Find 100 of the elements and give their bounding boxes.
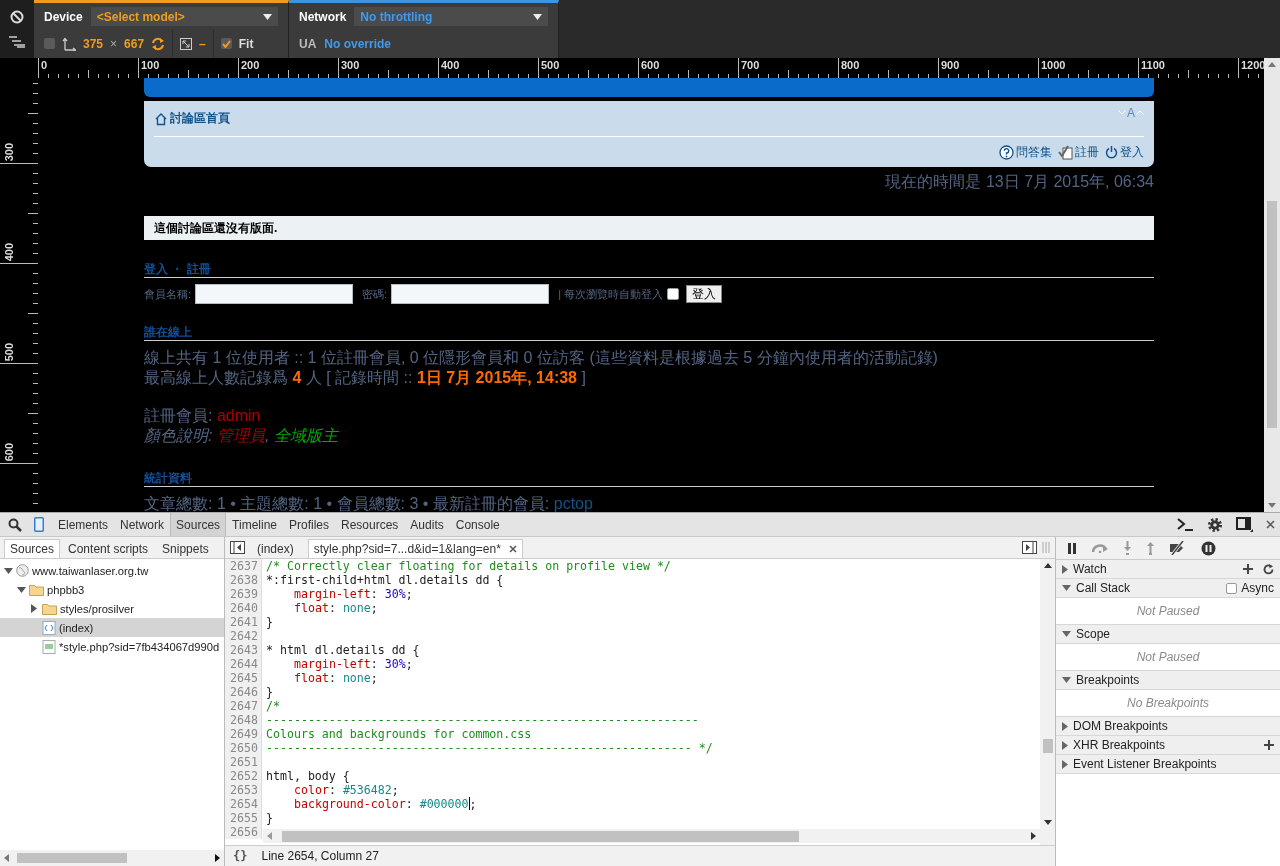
breadcrumb-link[interactable]: 討論區首頁 bbox=[154, 110, 230, 127]
settings-icon[interactable] bbox=[1207, 516, 1223, 533]
code-line: float: none; bbox=[293, 671, 378, 685]
section-title[interactable]: Event Listener Breakpoints bbox=[1073, 757, 1217, 771]
deactivate-breakpoints-icon[interactable] bbox=[1169, 541, 1187, 555]
line-number: 2651 bbox=[225, 755, 262, 769]
code-line: margin-left: 30%; bbox=[293, 657, 413, 671]
font-size-label: A bbox=[1127, 105, 1135, 120]
ruler-label: 900 bbox=[941, 59, 960, 71]
sidebar-toggle-icon[interactable] bbox=[230, 541, 245, 554]
code-line: background-color: #000000; bbox=[293, 797, 477, 811]
scrollbar-thumb[interactable] bbox=[1042, 739, 1053, 753]
ruler-label: 800 bbox=[841, 59, 860, 71]
console-icon[interactable] bbox=[1177, 518, 1194, 531]
height-value[interactable]: 667 bbox=[124, 36, 145, 51]
ruler-label: 200 bbox=[241, 59, 260, 71]
tree-item[interactable]: (index) bbox=[0, 618, 224, 637]
ruler-label: 400 bbox=[3, 242, 15, 261]
refresh-icon[interactable] bbox=[1263, 563, 1274, 575]
section-title[interactable]: Watch bbox=[1073, 562, 1107, 576]
register-link[interactable]: 註冊 bbox=[1058, 143, 1099, 161]
pause-icon[interactable] bbox=[1067, 542, 1077, 554]
close-icon[interactable] bbox=[1266, 520, 1275, 529]
times-sign: × bbox=[110, 36, 118, 51]
scrollbar-thumb[interactable] bbox=[1267, 201, 1277, 428]
section-title[interactable]: Breakpoints bbox=[1076, 673, 1140, 687]
panel-tab[interactable]: Profiles bbox=[283, 513, 335, 536]
line-number: 2637 bbox=[225, 559, 262, 573]
login-button[interactable]: 登入 bbox=[686, 285, 723, 303]
format-button[interactable]: {} bbox=[233, 849, 248, 863]
section-heading: 統計資料 bbox=[144, 471, 1154, 487]
drag-handle-icon bbox=[1042, 541, 1050, 554]
checkbox[interactable] bbox=[220, 38, 232, 49]
checkbox[interactable] bbox=[44, 38, 55, 49]
panel-tab[interactable]: Console bbox=[449, 513, 506, 536]
line-number: 2640 bbox=[225, 601, 262, 615]
line-number: 2643 bbox=[225, 643, 262, 657]
line-number: 2653 bbox=[225, 783, 262, 797]
code-line: color: #536482; bbox=[293, 783, 399, 797]
pause-exceptions-icon[interactable] bbox=[1201, 540, 1216, 556]
panel-tab[interactable]: Network bbox=[114, 513, 171, 536]
line-number: 2652 bbox=[225, 769, 262, 783]
screen-fit-icon[interactable] bbox=[180, 37, 193, 50]
device-select[interactable]: <Select model> bbox=[90, 7, 278, 26]
navigator-tab[interactable]: Content scripts bbox=[62, 539, 155, 558]
stylesheet-icon bbox=[42, 639, 56, 654]
section-title[interactable]: XHR Breakpoints bbox=[1073, 738, 1166, 752]
device-icon[interactable] bbox=[34, 517, 44, 532]
scrollbar-thumb[interactable] bbox=[282, 830, 799, 842]
code-line: /* bbox=[265, 699, 280, 713]
async-checkbox[interactable] bbox=[1226, 582, 1238, 594]
ua-value[interactable]: No override bbox=[324, 36, 392, 51]
line-number: 2656 bbox=[225, 825, 262, 839]
panel-tab[interactable]: Timeline bbox=[226, 513, 283, 536]
panel-tab[interactable]: Resources bbox=[335, 513, 405, 536]
arrow-right-icon bbox=[1031, 832, 1036, 840]
section-title[interactable]: Call Stack bbox=[1076, 581, 1131, 595]
tree-item[interactable]: www.taiwanlaser.org.tw bbox=[0, 561, 224, 580]
swap-icon[interactable] bbox=[151, 36, 166, 51]
section-title[interactable]: DOM Breakpoints bbox=[1073, 719, 1168, 733]
search-icon[interactable] bbox=[8, 517, 22, 532]
panel-tab[interactable]: Elements bbox=[52, 513, 115, 536]
password-field[interactable] bbox=[391, 284, 550, 304]
fit-label: Fit bbox=[238, 36, 254, 51]
width-value[interactable]: 375 bbox=[83, 36, 104, 51]
line-number: 2649 bbox=[225, 727, 262, 741]
block-icon[interactable] bbox=[10, 10, 24, 24]
dock-icon[interactable] bbox=[1236, 517, 1253, 532]
section-title[interactable]: Scope bbox=[1076, 627, 1111, 641]
ruler-label: 600 bbox=[641, 59, 660, 71]
notice-message: 這個討論區還沒有版面. bbox=[144, 216, 1154, 240]
panel-tab[interactable]: Audits bbox=[404, 513, 450, 536]
navigator-tab[interactable]: Sources bbox=[4, 539, 61, 558]
navigator-tab[interactable]: Snippets bbox=[156, 539, 215, 558]
panel-tab[interactable]: Sources bbox=[170, 513, 227, 536]
tree-item[interactable]: *style.php?sid=7fb434067d990d bbox=[0, 637, 224, 656]
question-icon bbox=[999, 144, 1014, 160]
scrollbar[interactable] bbox=[1264, 58, 1280, 512]
ruler-label: 100 bbox=[141, 59, 160, 71]
remember-checkbox[interactable] bbox=[667, 288, 680, 300]
username-field[interactable] bbox=[195, 284, 354, 304]
arrow-up-icon bbox=[1268, 62, 1276, 67]
close-icon[interactable] bbox=[508, 545, 517, 553]
plus-icon[interactable] bbox=[1264, 740, 1274, 750]
line-number: 2648 bbox=[225, 713, 262, 727]
faq-link[interactable]: 問答集 bbox=[999, 143, 1052, 161]
caret-down-icon bbox=[263, 13, 272, 20]
sidebar-toggle-icon[interactable] bbox=[1022, 541, 1037, 554]
arrow-up-icon bbox=[1043, 563, 1052, 568]
tree-item[interactable]: phpbb3 bbox=[0, 580, 224, 599]
code-line: -------------------------------------------------------------- bbox=[265, 713, 699, 727]
login-link[interactable]: 登入 bbox=[1105, 143, 1144, 161]
globe-icon bbox=[16, 564, 29, 577]
scrollbar-thumb[interactable] bbox=[17, 853, 127, 863]
ruler-label: 400 bbox=[441, 59, 460, 71]
tree-item[interactable]: styles/prosilver bbox=[0, 599, 224, 618]
plus-icon[interactable] bbox=[1243, 564, 1253, 574]
media-query-icon[interactable] bbox=[9, 36, 25, 48]
editor-tab[interactable]: style.php?sid=7...d&id=1&lang=en* bbox=[307, 539, 523, 558]
editor-tab[interactable]: (index) bbox=[251, 539, 300, 558]
